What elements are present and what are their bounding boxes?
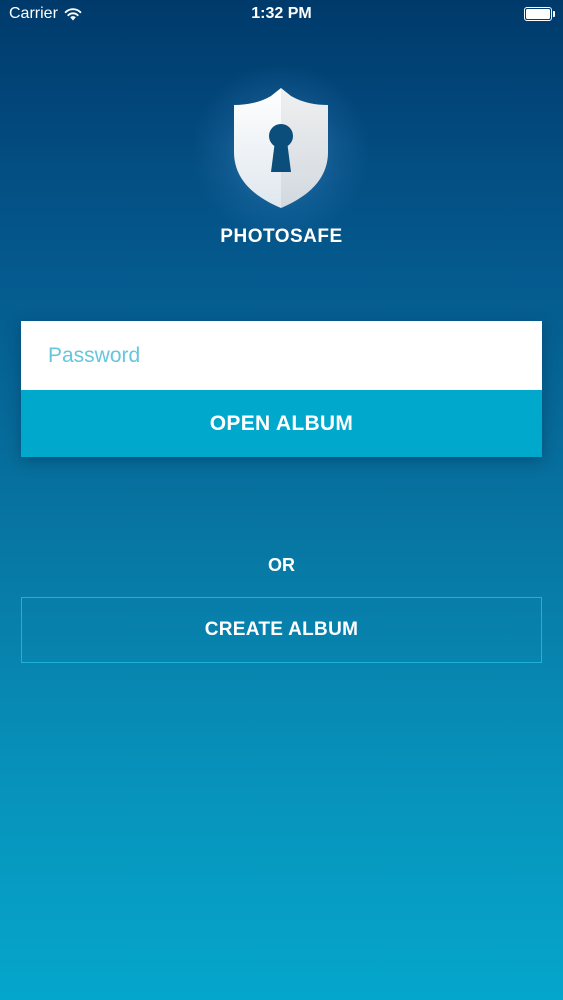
clock: 1:32 PM xyxy=(251,5,312,22)
login-card: OPEN ALBUM xyxy=(21,321,542,457)
status-bar: Carrier 1:32 PM xyxy=(0,0,563,30)
battery-full-icon xyxy=(524,7,555,21)
shield-keyhole-icon xyxy=(232,86,330,210)
or-divider-label: OR xyxy=(268,555,295,575)
create-album-button[interactable]: CREATE ALBUM xyxy=(21,597,542,663)
open-album-button[interactable]: OPEN ALBUM xyxy=(21,390,542,457)
password-field[interactable] xyxy=(21,321,542,390)
app-title: PHOTOSAFE xyxy=(220,226,343,247)
